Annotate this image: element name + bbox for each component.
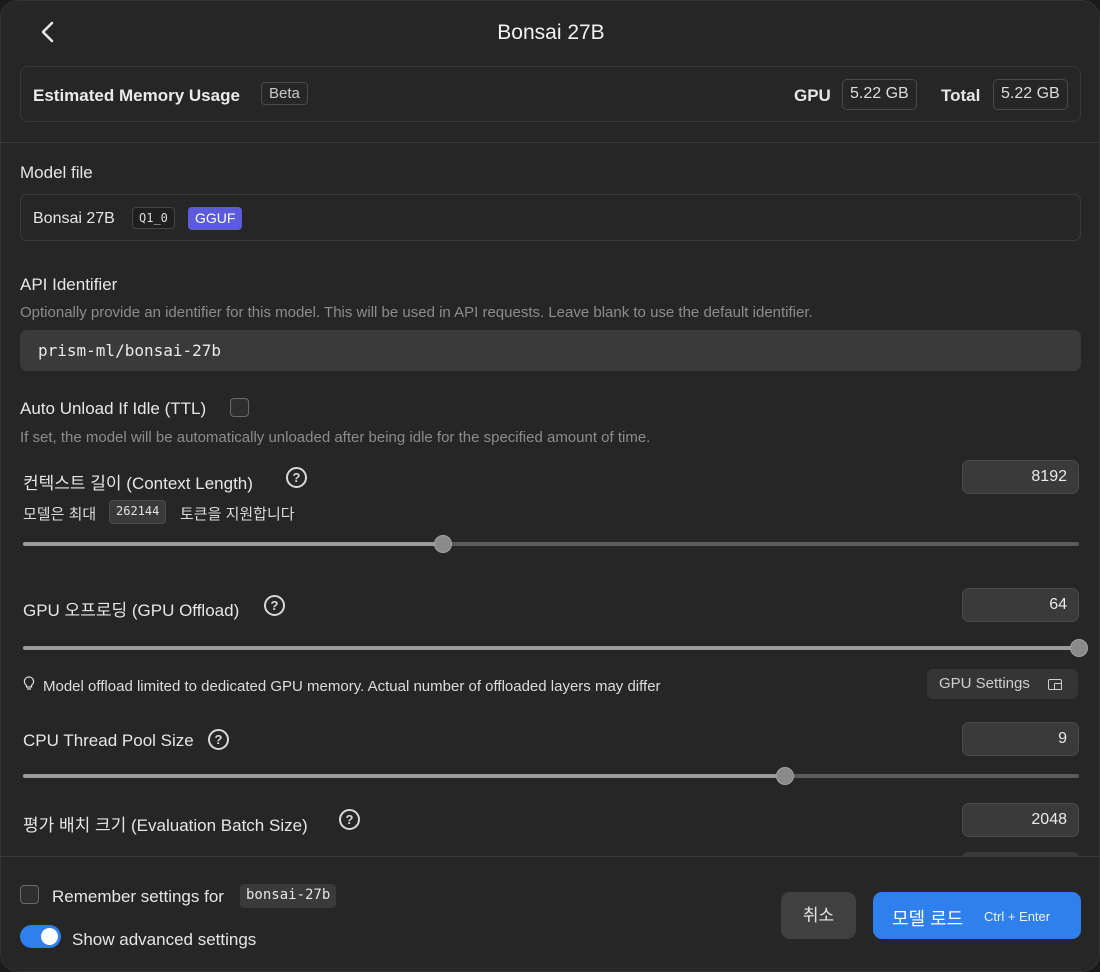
gpu-offload-input[interactable]: 64 (962, 588, 1079, 622)
batch-size-label: 평가 배치 크기 (Evaluation Batch Size) (23, 816, 308, 835)
model-file-field: Bonsai 27B Q1_0 GGUF (20, 194, 1081, 241)
cpu-thread-help-icon[interactable]: ? (208, 729, 229, 750)
load-model-label: 모델 로드 (892, 909, 964, 929)
gpu-offload-label: GPU 오프로딩 (GPU Offload) (23, 601, 240, 620)
gpu-offload-help-icon[interactable]: ? (264, 595, 285, 616)
load-shortcut-hint: Ctrl + Enter (984, 909, 1051, 924)
gpu-offload-note: Model offload limited to dedicated GPU m… (23, 676, 661, 695)
api-identifier-input[interactable] (20, 330, 1081, 371)
memory-usage-panel: Estimated Memory Usage Beta GPU 5.22 GB … (20, 66, 1081, 122)
dialog-footer: Remember settings for bonsai-27b Show ad… (1, 856, 1099, 971)
cancel-button[interactable]: 취소 (781, 892, 856, 939)
model-file-label: Model file (20, 163, 93, 182)
memory-usage-label: Estimated Memory Usage (33, 86, 240, 105)
format-badge: GGUF (188, 207, 243, 230)
load-model-dialog: Bonsai 27B Estimated Memory Usage Beta G… (0, 0, 1100, 972)
remember-model-badge: bonsai-27b (240, 884, 337, 908)
dialog-header: Bonsai 27B (1, 1, 1099, 65)
gpu-memory-label: GPU (794, 86, 831, 105)
slider-thumb[interactable] (1070, 639, 1088, 657)
toggle-knob (41, 928, 58, 945)
gpu-offload-slider[interactable] (23, 638, 1088, 658)
advanced-settings-label: Show advanced settings (72, 930, 257, 949)
context-support-prefix: 모델은 최대 (23, 506, 97, 523)
gpu-memory-value: 5.22 GB (842, 79, 917, 110)
remember-settings-label: Remember settings for (52, 887, 224, 906)
dialog-title: Bonsai 27B (497, 21, 605, 44)
api-identifier-label: API Identifier (20, 275, 118, 294)
external-window-icon (1048, 679, 1062, 690)
cpu-thread-slider[interactable] (23, 766, 1079, 786)
ttl-description: If set, the model will be automatically … (20, 429, 651, 446)
advanced-settings-toggle[interactable] (20, 925, 61, 948)
context-length-input[interactable]: 8192 (962, 460, 1079, 494)
api-identifier-description: Optionally provide an identifier for thi… (20, 304, 813, 321)
total-memory-value: 5.22 GB (993, 79, 1068, 110)
quant-badge: Q1_0 (132, 207, 175, 229)
context-length-help-icon[interactable]: ? (286, 467, 307, 488)
cpu-thread-label: CPU Thread Pool Size (23, 731, 194, 750)
ttl-label: Auto Unload If Idle (TTL) (20, 399, 207, 418)
ttl-checkbox[interactable] (230, 398, 249, 417)
slider-fill (23, 542, 444, 546)
context-support-suffix: 토큰을 지원합니다 (180, 506, 295, 523)
total-memory-label: Total (941, 86, 981, 105)
slider-fill (23, 774, 786, 778)
batch-size-input[interactable]: 2048 (962, 803, 1079, 837)
lightbulb-icon (23, 676, 37, 695)
header-divider (1, 142, 1099, 143)
gpu-settings-button[interactable]: GPU Settings (927, 669, 1078, 699)
gpu-offload-note-text: Model offload limited to dedicated GPU m… (43, 678, 661, 695)
max-tokens-badge: 262144 (109, 500, 167, 524)
context-length-label: 컨텍스트 길이 (Context Length) (23, 474, 253, 493)
model-file-name: Bonsai 27B (33, 210, 115, 227)
slider-fill (23, 646, 1079, 650)
batch-size-help-icon[interactable]: ? (339, 809, 360, 830)
gpu-settings-label: GPU Settings (939, 675, 1030, 692)
slider-thumb[interactable] (434, 535, 453, 553)
remember-settings-checkbox[interactable] (20, 885, 39, 904)
load-model-button[interactable]: 모델 로드 Ctrl + Enter (873, 892, 1081, 939)
context-length-slider[interactable] (23, 534, 1079, 554)
beta-badge: Beta (261, 82, 308, 105)
slider-thumb[interactable] (776, 767, 795, 785)
cpu-thread-input[interactable]: 9 (962, 722, 1079, 756)
